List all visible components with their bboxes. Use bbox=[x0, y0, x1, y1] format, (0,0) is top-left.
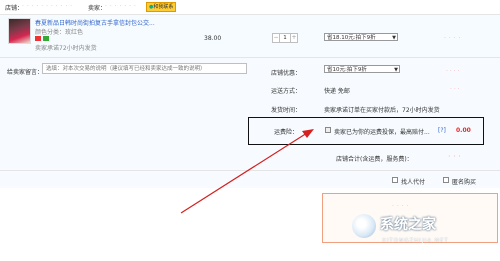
anonymous-label: 匿名购买 bbox=[452, 179, 477, 186]
payment-summary-blurred: · · · · bbox=[392, 203, 409, 210]
store-label: 店铺： bbox=[5, 5, 24, 12]
green-badge-icon bbox=[42, 36, 49, 41]
insurance-help-link[interactable]: [?] bbox=[438, 127, 446, 134]
divider bbox=[0, 170, 500, 171]
shop-discount-label: 店铺优惠： bbox=[271, 70, 302, 77]
insurance-checkbox[interactable] bbox=[325, 127, 331, 133]
watermark-brand: 系统之家 bbox=[380, 217, 436, 233]
seller-label: 卖家： bbox=[88, 5, 107, 12]
item-discount-value: 省18.10元:拍下9折 bbox=[327, 35, 376, 41]
watermark-logo-icon bbox=[352, 214, 376, 238]
shipping-method-value: 快递 免邮 bbox=[324, 88, 350, 95]
contact-label: 和我联系 bbox=[153, 4, 174, 10]
quantity-increase-button[interactable]: + bbox=[290, 33, 298, 43]
message-input[interactable] bbox=[42, 63, 247, 74]
shop-total-label: 店铺合计(含运费，服务费)： bbox=[336, 156, 413, 163]
shop-discount-value: 省10元:拍下9折 bbox=[327, 67, 367, 73]
watermark: 系统之家 XITONGZHIJIA.NET bbox=[352, 212, 498, 258]
shipping-method-label: 运送方式： bbox=[271, 88, 302, 95]
product-row: 春夏新品日韩时尚街拍复古手拿信封包公交... 颜色分类：玫红色 卖家承诺72小时… bbox=[0, 15, 500, 58]
product-title-link[interactable]: 春夏新品日韩时尚街拍复古手拿信封包公交... bbox=[35, 18, 155, 27]
shop-total-amount-blurred: · · · bbox=[448, 152, 461, 161]
insurance-label: 运费险： bbox=[274, 129, 299, 136]
header-row: 店铺： · · · · · · · · · · · 卖家： · · · · · … bbox=[0, 0, 500, 15]
anonymous-checkbox[interactable] bbox=[443, 177, 449, 183]
proxy-pay-checkbox[interactable] bbox=[392, 177, 398, 183]
insurance-amount: 0.00 bbox=[456, 127, 471, 134]
quantity-stepper: − 1 + bbox=[272, 33, 298, 43]
message-label: 给卖家留言： bbox=[7, 69, 44, 76]
shop-discount-amount-blurred: · · · · bbox=[446, 68, 460, 75]
chevron-down-icon: ▼ bbox=[394, 67, 398, 73]
watermark-url: XITONGZHIJIA.NET bbox=[382, 238, 449, 244]
store-name-blurred[interactable]: · · · · · · · · · · · bbox=[22, 3, 73, 10]
color-option: 颜色分类：玫红色 bbox=[35, 27, 83, 36]
product-thumbnail[interactable] bbox=[8, 18, 31, 44]
shop-discount-select[interactable]: 省10元:拍下9折 ▼ bbox=[324, 65, 400, 73]
insurance-text: 卖家已为你的运费投保，最高赔付... bbox=[334, 129, 430, 136]
color-option-label: 颜色分类： bbox=[35, 29, 66, 36]
ship-time-value: 卖家承诺订单在买家付款后，72小时内发货 bbox=[324, 107, 440, 114]
shipping-promise: 卖家承诺72小时内发货 bbox=[35, 45, 97, 52]
shipping-fee-blurred: · · · bbox=[450, 86, 460, 93]
contact-seller-button[interactable]: ●和我联系 bbox=[146, 2, 177, 12]
item-subtotal-blurred: · · · · bbox=[444, 35, 461, 42]
badge-icons bbox=[35, 36, 49, 43]
ship-time-label: 发货时间： bbox=[271, 107, 302, 114]
proxy-pay-label: 找人代付 bbox=[401, 179, 426, 186]
chevron-down-icon: ▼ bbox=[392, 35, 396, 41]
item-discount-select[interactable]: 省18.10元:拍下9折 ▼ bbox=[324, 33, 398, 41]
color-option-value: 玫红色 bbox=[65, 29, 84, 36]
seller-name-blurred[interactable]: · · · · · · · bbox=[105, 3, 136, 10]
red-badge-icon bbox=[35, 36, 41, 41]
unit-price: 38.00 bbox=[204, 35, 222, 42]
